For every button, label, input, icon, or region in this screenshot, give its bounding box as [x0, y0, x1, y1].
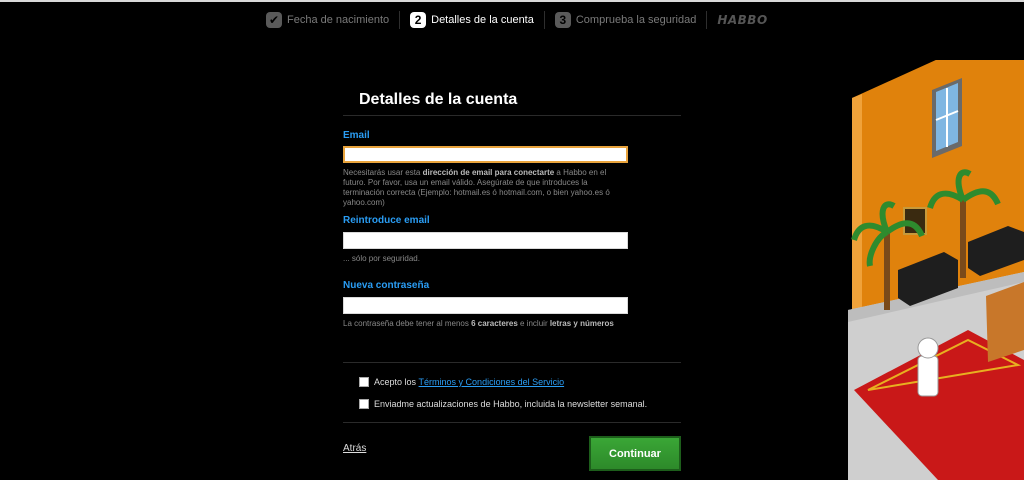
step-number: 3: [554, 12, 571, 28]
terms-link[interactable]: Términos y Condiciones del Servicio: [419, 377, 565, 387]
account-details-form: Detalles de la cuenta Email Necesitarás …: [343, 88, 681, 471]
email-field[interactable]: [343, 146, 628, 163]
newsletter-row: Enviadme actualizaciones de Habbo, inclu…: [359, 399, 647, 409]
check-icon: ✔: [266, 12, 282, 28]
step-divider: [706, 11, 708, 29]
window-icon: [932, 78, 962, 158]
step-label: Comprueba la seguridad: [575, 14, 697, 26]
step-number: 2: [410, 12, 427, 28]
progress-steps: ✔ Fecha de nacimiento 2 Detalles de la c…: [266, 10, 768, 30]
newsletter-label: Enviadme actualizaciones de Habbo, inclu…: [374, 399, 648, 409]
window-top-border: [0, 0, 1024, 2]
step-label: Fecha de nacimiento: [287, 14, 390, 26]
page-title: Detalles de la cuenta: [343, 88, 681, 116]
step-security: 3 Comprueba la seguridad: [554, 12, 697, 28]
email-confirm-hint: ... sólo por seguridad.: [343, 254, 420, 263]
terms-row: Acepto los Términos y Condiciones del Se…: [359, 377, 564, 387]
continue-button[interactable]: Continuar: [589, 436, 681, 471]
password-field[interactable]: [343, 297, 628, 314]
email-confirm-group: Reintroduce email ... sólo por seguridad…: [343, 215, 628, 264]
section-divider: [343, 422, 681, 423]
step-divider: [543, 11, 545, 29]
step-label: Detalles de la cuenta: [431, 14, 534, 26]
email-hint: Necesitarás usar esta dirección de email…: [343, 168, 610, 207]
step-divider: [399, 11, 401, 29]
email-label: Email: [343, 130, 370, 141]
password-label: Nueva contraseña: [343, 280, 430, 291]
back-link[interactable]: Atrás: [343, 443, 366, 454]
terms-prefix: Acepto los: [374, 377, 417, 387]
habbo-logo: HABBO: [717, 13, 768, 27]
newsletter-checkbox[interactable]: [359, 399, 369, 409]
avatar: [917, 337, 939, 397]
section-divider: [343, 362, 681, 363]
step-account-details: 2 Detalles de la cuenta: [410, 12, 534, 28]
step-birthdate: ✔ Fecha de nacimiento: [266, 12, 389, 28]
terms-checkbox[interactable]: [359, 377, 369, 387]
habbo-room-illustration: [848, 60, 1024, 480]
email-confirm-label: Reintroduce email: [343, 215, 430, 226]
email-confirm-field[interactable]: [343, 232, 628, 249]
password-hint: La contraseña debe tener al menos 6 cara…: [343, 319, 614, 328]
password-group: Nueva contraseña La contraseña debe tene…: [343, 280, 628, 329]
email-group: Email Necesitarás usar esta dirección de…: [343, 130, 628, 208]
